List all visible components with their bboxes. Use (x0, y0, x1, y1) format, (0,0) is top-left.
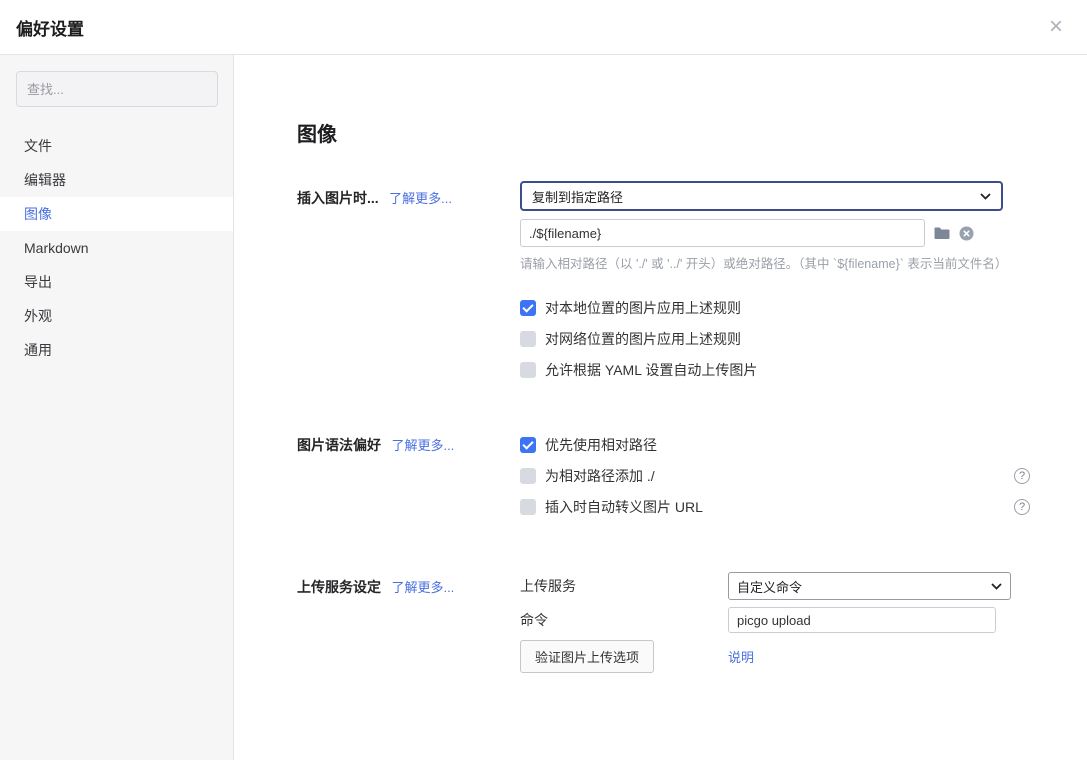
chevron-down-icon (980, 193, 991, 200)
insert-action-select[interactable]: 复制到指定路径 (520, 181, 1003, 211)
checkbox-apply-web-images[interactable]: 对网络位置的图片应用上述规则 (520, 329, 1030, 349)
upload-form: 上传服务 自定义命令 命令 验证图片上传选项 说明 (520, 572, 1030, 673)
help-icon[interactable]: ? (1014, 499, 1030, 515)
section-label: 插入图片时... (297, 190, 379, 206)
section-head: 上传服务设定 了解更多... (297, 572, 520, 597)
checkbox-icon[interactable] (520, 331, 536, 347)
checkbox-icon[interactable] (520, 499, 536, 515)
sidebar-nav: 文件 编辑器 图像 Markdown 导出 外观 通用 (0, 129, 233, 367)
chevron-down-icon (991, 583, 1002, 590)
checkbox-escape-image-url[interactable]: 插入时自动转义图片 URL ? (520, 497, 1030, 517)
command-input[interactable] (728, 607, 996, 633)
checkbox-icon[interactable] (520, 362, 536, 378)
section-upload-service: 上传服务设定 了解更多... 上传服务 自定义命令 命令 验证图片上传选项 说明 (297, 572, 1087, 673)
section-label: 上传服务设定 (297, 579, 381, 595)
clear-icon[interactable] (959, 226, 974, 241)
section-body: 复制到指定路径 请输入相对路径（以 './' 或 '../' 开头）或绝对路径。… (520, 181, 1030, 391)
folder-icon[interactable] (934, 227, 950, 240)
instructions-link[interactable]: 说明 (728, 647, 1030, 666)
path-input[interactable] (520, 219, 925, 247)
checkbox-yaml-auto-upload[interactable]: 允许根据 YAML 设置自动上传图片 (520, 360, 1030, 380)
upload-service-label: 上传服务 (520, 576, 728, 596)
search-input[interactable] (16, 71, 218, 107)
insert-checkbox-group: 对本地位置的图片应用上述规则 对网络位置的图片应用上述规则 允许根据 YAML … (520, 298, 1030, 380)
verify-upload-button[interactable]: 验证图片上传选项 (520, 640, 654, 673)
main-panel: 图像 插入图片时... 了解更多... 复制到指定路径 (234, 55, 1087, 760)
path-hint: 请输入相对路径（以 './' 或 '../' 开头）或绝对路径。（其中 `${f… (520, 253, 1030, 272)
checkbox-icon[interactable] (520, 300, 536, 316)
learn-more-link[interactable]: 了解更多... (389, 191, 452, 206)
checkbox-add-dot-slash[interactable]: 为相对路径添加 ./ ? (520, 466, 1030, 486)
sidebar-item-general[interactable]: 通用 (0, 333, 233, 367)
sidebar: 文件 编辑器 图像 Markdown 导出 外观 通用 (0, 55, 234, 760)
help-icon[interactable]: ? (1014, 468, 1030, 484)
checkbox-apply-local-images[interactable]: 对本地位置的图片应用上述规则 (520, 298, 1030, 318)
checkbox-icon[interactable] (520, 468, 536, 484)
sidebar-item-file[interactable]: 文件 (0, 129, 233, 163)
section-head: 图片语法偏好 了解更多... (297, 435, 520, 455)
page-title: 图像 (297, 118, 1087, 147)
section-head: 插入图片时... 了解更多... (297, 181, 520, 208)
learn-more-link[interactable]: 了解更多... (391, 438, 454, 453)
checkbox-icon[interactable] (520, 437, 536, 453)
section-label: 图片语法偏好 (297, 437, 381, 453)
section-image-syntax: 图片语法偏好 了解更多... 优先使用相对路径 为相对路径添加 ./ ? 插入时… (297, 435, 1087, 528)
command-label: 命令 (520, 610, 728, 630)
upload-service-select[interactable]: 自定义命令 (728, 572, 1011, 600)
select-value: 自定义命令 (737, 577, 802, 596)
sidebar-item-export[interactable]: 导出 (0, 265, 233, 299)
preferences-window: 文件 编辑器 图像 Markdown 导出 外观 通用 图像 插入图片时... … (0, 55, 1087, 760)
select-value: 复制到指定路径 (532, 187, 623, 206)
sidebar-item-image[interactable]: 图像 (0, 197, 233, 231)
section-body: 上传服务 自定义命令 命令 验证图片上传选项 说明 (520, 572, 1030, 673)
learn-more-link[interactable]: 了解更多... (391, 580, 454, 595)
sidebar-item-appearance[interactable]: 外观 (0, 299, 233, 333)
sidebar-item-markdown[interactable]: Markdown (0, 231, 233, 265)
window-title: 偏好设置 (16, 15, 84, 40)
section-body: 优先使用相对路径 为相对路径添加 ./ ? 插入时自动转义图片 URL ? (520, 435, 1030, 528)
path-row (520, 219, 1030, 247)
titlebar: 偏好设置 × (0, 0, 1087, 55)
section-insert-image: 插入图片时... 了解更多... 复制到指定路径 (297, 181, 1087, 391)
sidebar-item-editor[interactable]: 编辑器 (0, 163, 233, 197)
close-icon[interactable]: × (1049, 15, 1063, 39)
checkbox-prefer-relative-path[interactable]: 优先使用相对路径 (520, 435, 1030, 455)
